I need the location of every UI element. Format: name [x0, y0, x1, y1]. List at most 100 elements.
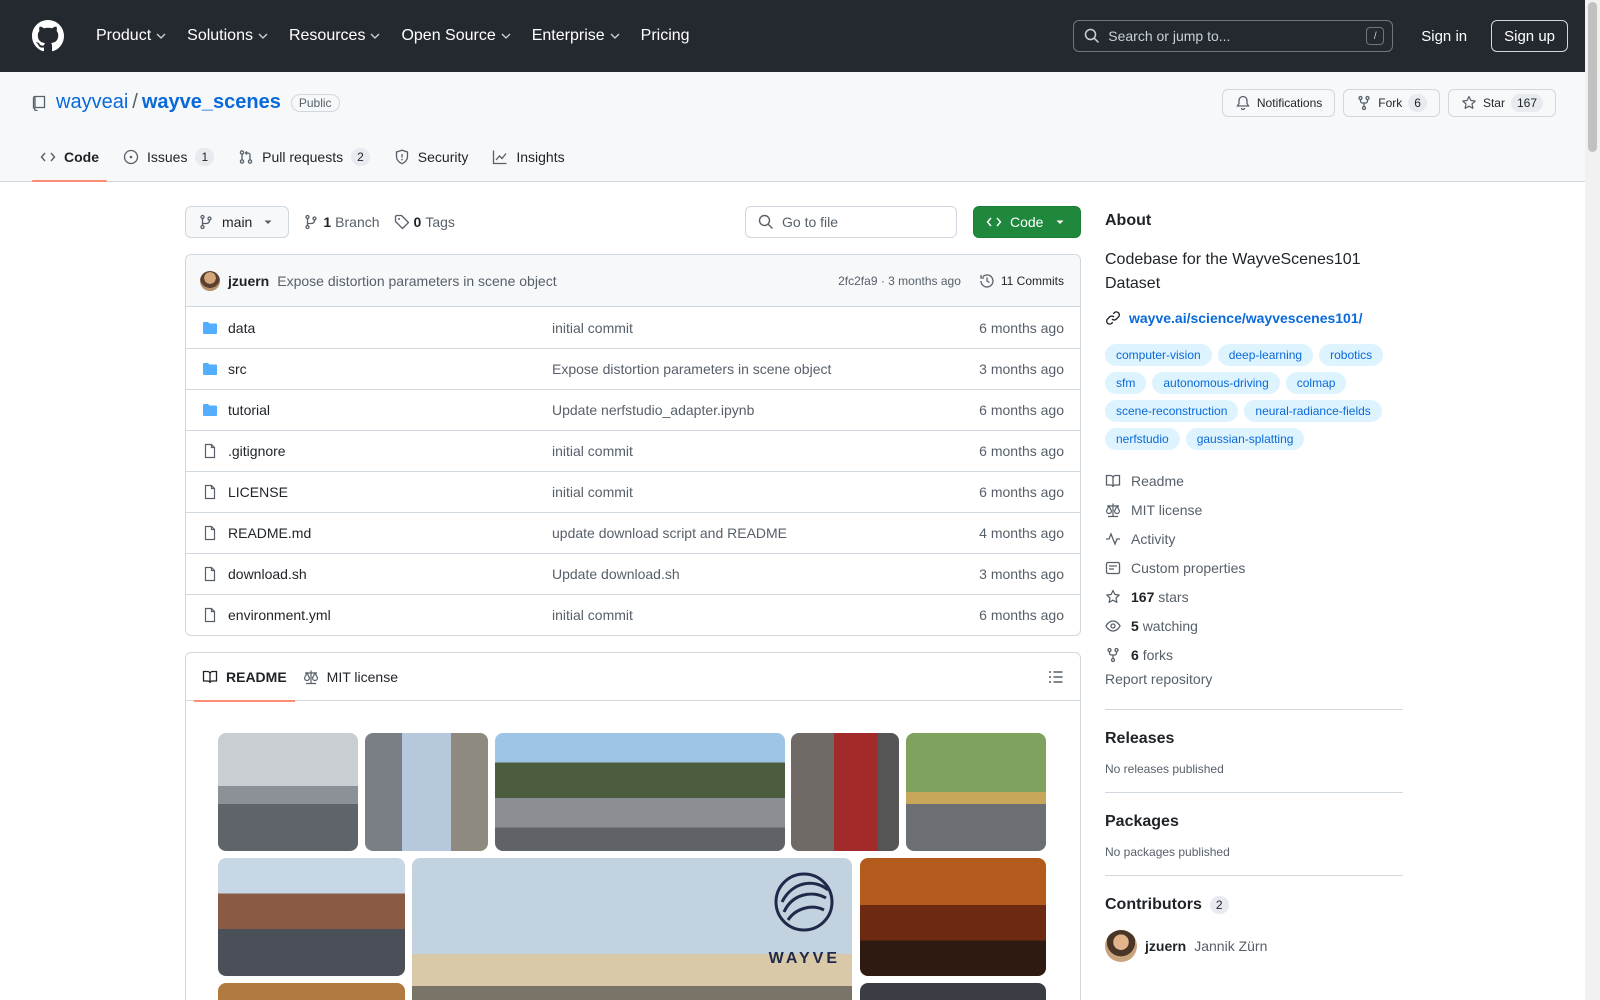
fork-icon — [1107, 647, 1119, 662]
nav-solutions[interactable]: Solutions — [177, 16, 279, 56]
nav-enterprise-label: Enterprise — [531, 27, 605, 44]
commits-count: 11 Commits — [1000, 273, 1064, 288]
topic-tag[interactable]: autonomous-driving — [1152, 372, 1280, 394]
file-commit-message[interactable]: Update download.sh — [552, 566, 979, 582]
tag-icon — [394, 214, 409, 230]
custom-properties-link[interactable]: Custom properties — [1105, 553, 1403, 582]
topic-tag[interactable]: computer-vision — [1105, 344, 1212, 366]
notifications-button[interactable]: Notifications — [1221, 89, 1336, 117]
license-link[interactable]: MIT license — [1105, 495, 1403, 524]
topic-tag[interactable]: neural-radiance-fields — [1244, 400, 1382, 422]
file-commit-message[interactable]: update download script and README — [552, 525, 979, 541]
topic-tag[interactable]: colmap — [1285, 372, 1347, 394]
repo-name-link[interactable]: wayve_scenes — [142, 91, 281, 114]
topic-tag[interactable]: nerfstudio — [1105, 428, 1180, 450]
file-commit-message[interactable]: initial commit — [552, 607, 979, 623]
topic-tag[interactable]: gaussian-splatting — [1185, 428, 1305, 450]
nav-pricing[interactable]: Pricing — [631, 16, 700, 56]
file-name-link[interactable]: data — [202, 320, 552, 336]
file-commit-message[interactable]: initial commit — [552, 484, 979, 500]
file-name-link[interactable]: download.sh — [202, 566, 552, 582]
topic-tag[interactable]: sfm — [1105, 372, 1147, 394]
nav-resources-label: Resources — [288, 27, 366, 44]
star-button[interactable]: Star 167 — [1447, 89, 1556, 117]
scene-image-horizon-logo: WAYVE — [412, 858, 852, 1000]
stars-link[interactable]: 167 stars — [1105, 582, 1403, 611]
branches-link[interactable]: 1 Branch — [303, 214, 380, 230]
custom-properties-label: Custom properties — [1131, 559, 1246, 576]
watching-count: 5 — [1131, 617, 1139, 634]
file-name-link[interactable]: README.md — [202, 525, 552, 541]
code-dropdown-button[interactable]: Code — [973, 206, 1081, 238]
file-name-link[interactable]: environment.yml — [202, 607, 552, 623]
topic-tag[interactable]: robotics — [1319, 344, 1384, 366]
path-separator: / — [132, 91, 138, 113]
file-name-link[interactable]: LICENSE — [202, 484, 552, 500]
github-logo-icon[interactable] — [32, 20, 64, 52]
tab-mit-license[interactable]: MIT license — [295, 653, 406, 701]
tab-insights[interactable]: Insights — [484, 133, 572, 181]
nav-product[interactable]: Product — [86, 16, 177, 56]
file-name-link[interactable]: .gitignore — [202, 443, 552, 459]
file-list: data initial commit 6 months ago src Expose … — [186, 307, 1080, 635]
commits-history-link[interactable]: 11 Commits — [979, 273, 1064, 289]
wayve-logo-text: WAYVE — [768, 950, 840, 967]
commit-message-link[interactable]: Expose distortion parameters in scene ob… — [277, 273, 556, 289]
scrollbar-thumb[interactable] — [1588, 2, 1597, 152]
file-row[interactable]: tutorial Update nerfstudio_adapter.ipynb 6… — [186, 389, 1080, 430]
topic-tag[interactable]: scene-reconstruction — [1105, 400, 1239, 422]
watchers-link[interactable]: 5 watching — [1105, 611, 1403, 640]
branch-select[interactable]: main — [185, 206, 290, 238]
signup-button[interactable]: Sign up — [1491, 20, 1568, 52]
branch-name: main — [222, 214, 253, 230]
tab-issues[interactable]: Issues 1 — [115, 133, 222, 181]
file-name: LICENSE — [228, 484, 288, 500]
file-commit-message[interactable]: initial commit — [552, 443, 979, 459]
readme-link[interactable]: Readme — [1105, 466, 1403, 495]
contributors-heading[interactable]: Contributors 2 — [1105, 896, 1403, 914]
forks-link[interactable]: 6 forks — [1105, 640, 1403, 669]
file-row[interactable]: data initial commit 6 months ago — [186, 307, 1080, 348]
tab-code[interactable]: Code — [32, 133, 107, 182]
tab-pull-requests[interactable]: Pull requests 2 — [230, 133, 378, 181]
page-scrollbar[interactable] — [1585, 0, 1600, 1000]
fork-button[interactable]: Fork 6 — [1343, 89, 1440, 117]
repo-owner-link[interactable]: wayveai — [56, 91, 128, 114]
tab-issues-label: Issues — [147, 149, 188, 165]
releases-heading[interactable]: Releases — [1105, 730, 1403, 748]
signin-link[interactable]: Sign in — [1421, 28, 1467, 45]
releases-section: Releases No releases published — [1105, 709, 1403, 776]
file-row[interactable]: environment.yml initial commit 6 months ag… — [186, 594, 1080, 635]
go-to-file-input[interactable]: Go to file — [745, 206, 957, 238]
file-name-link[interactable]: src — [202, 361, 552, 377]
contributor-item[interactable]: jzuern Jannik Zürn — [1105, 930, 1403, 962]
homepage-link[interactable]: wayve.ai/science/wayvescenes101/ — [1105, 310, 1403, 326]
tags-link[interactable]: 0 Tags — [394, 214, 455, 230]
file-commit-message[interactable]: initial commit — [552, 320, 979, 336]
nav-resources[interactable]: Resources — [279, 16, 391, 56]
tab-readme[interactable]: README — [194, 653, 295, 702]
file-browser: jzuern Expose distortion parameters in s… — [185, 254, 1081, 636]
commit-author-link[interactable]: jzuern — [228, 273, 269, 289]
folder-icon — [203, 404, 217, 416]
file-row[interactable]: src Expose distortion parameters in scene… — [186, 348, 1080, 389]
file-commit-message[interactable]: Expose distortion parameters in scene ob… — [552, 361, 979, 377]
activity-link[interactable]: Activity — [1105, 524, 1403, 553]
nav-open-source[interactable]: Open Source — [391, 16, 521, 56]
outline-button[interactable] — [1048, 669, 1064, 685]
packages-heading[interactable]: Packages — [1105, 813, 1403, 831]
report-repository-link[interactable]: Report repository — [1105, 671, 1403, 693]
avatar[interactable] — [200, 270, 220, 291]
file-row[interactable]: .gitignore initial commit 6 months ago — [186, 430, 1080, 471]
nav-enterprise[interactable]: Enterprise — [522, 16, 631, 56]
search-input[interactable]: Search or jump to... / — [1073, 20, 1394, 52]
tab-security[interactable]: Security — [386, 133, 477, 181]
file-row[interactable]: download.sh Update download.sh 3 months ag… — [186, 553, 1080, 594]
topic-tag[interactable]: deep-learning — [1217, 344, 1314, 366]
file-name-link[interactable]: tutorial — [202, 402, 552, 418]
caret-down-icon — [264, 220, 272, 224]
file-commit-message[interactable]: Update nerfstudio_adapter.ipynb — [552, 402, 979, 418]
activity-link-label: Activity — [1131, 530, 1176, 547]
file-row[interactable]: README.md update download script and READ… — [186, 512, 1080, 553]
file-row[interactable]: LICENSE initial commit 6 months ago — [186, 471, 1080, 512]
